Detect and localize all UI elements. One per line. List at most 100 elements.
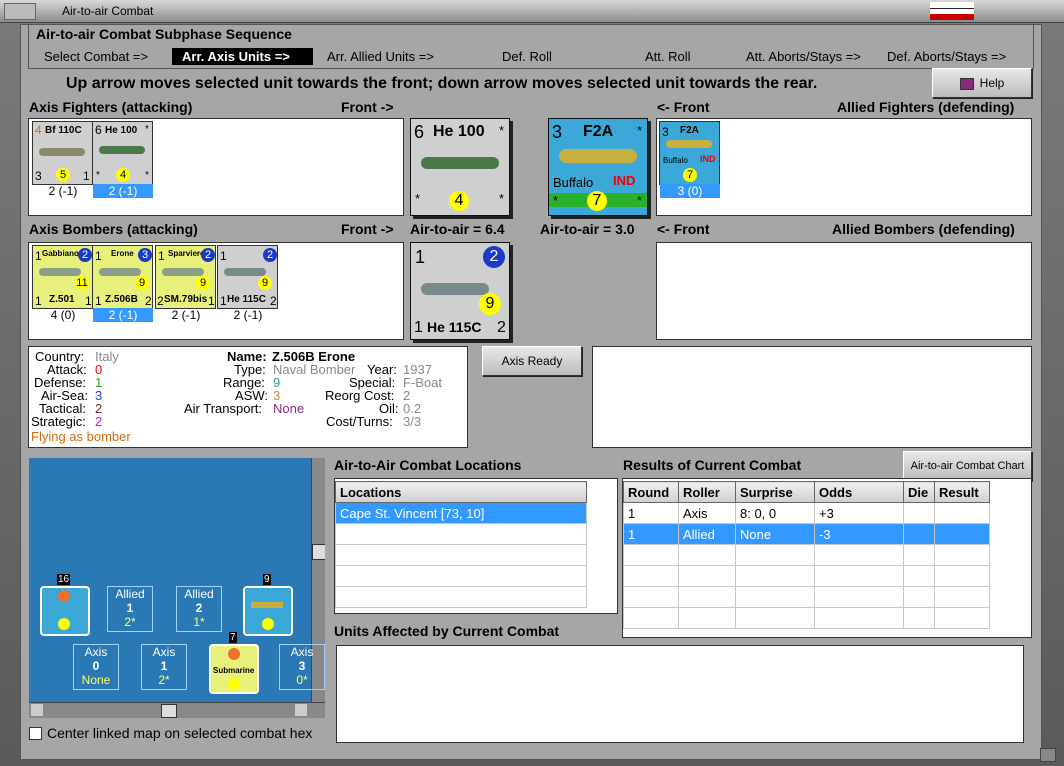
counter-bottom-left: *	[96, 170, 100, 181]
hex-value: 0*	[296, 673, 308, 687]
location-row[interactable]	[335, 565, 587, 587]
results-header-roller: Roller	[678, 481, 736, 503]
counter-bottom-right: 2	[497, 319, 506, 336]
axis-bombers-label: Axis Bombers (attacking)	[29, 221, 198, 237]
counter-caption: 3 (0)	[660, 184, 720, 198]
axis-fighter-counter[interactable]: 4 Bf 110C 3 5 1 2 (-1)	[32, 121, 93, 198]
counter-bottom-right: *	[145, 170, 149, 181]
phase-att-roll: Att. Roll	[645, 49, 691, 64]
results-cell: -3	[814, 523, 904, 545]
axis-lead-fighter-counter[interactable]: 6 He 100 * * 4 *	[410, 118, 510, 216]
counter-top-left: 1	[35, 249, 42, 263]
map-hscroll-left[interactable]	[31, 704, 43, 716]
hex-side: Axis	[290, 645, 314, 659]
map-vscroll-thumb[interactable]	[312, 544, 325, 560]
axis-fighters-panel[interactable]: 4 Bf 110C 3 5 1 2 (-1) 6 He 100 * * 4 * …	[28, 118, 404, 216]
locations-title: Air-to-Air Combat Locations	[334, 457, 522, 473]
window-titlebar[interactable]: Air-to-air Combat	[0, 0, 1064, 23]
counter-name: F2A	[583, 123, 614, 140]
submarine-stack[interactable]: Submarine	[209, 644, 259, 694]
window-menu-icon[interactable]	[4, 3, 36, 20]
info-airt-key: Air Transport:	[184, 401, 263, 416]
axis-hex-1[interactable]: Axis 1 2*	[141, 644, 187, 690]
results-header-surprise: Surprise	[735, 481, 815, 503]
counter-top-left: 6	[95, 123, 102, 137]
axis-hex-0[interactable]: Axis 0 None	[73, 644, 119, 690]
hex-value: 1*	[193, 615, 205, 629]
stack-badge-icon	[58, 590, 70, 602]
affected-units-panel[interactable]	[336, 645, 1024, 743]
counter-value: 4	[449, 191, 469, 211]
allied-fighter-stack[interactable]	[243, 586, 293, 636]
counter-name: F2A	[680, 125, 699, 136]
axis-bomber-counter[interactable]: 1 Sparviero 2 9 2 SM.79bis 1 2 (-1)	[155, 245, 216, 322]
location-row[interactable]: Cape St. Vincent [73, 10]	[335, 502, 587, 524]
counter-value: 11	[75, 276, 89, 290]
results-row[interactable]: 1 Axis 8: 0, 0 +3	[623, 502, 990, 524]
results-row[interactable]: 1 Allied None -3	[623, 523, 990, 545]
allied-fighters-panel[interactable]: 3 F2A Buffalo IND 7 3 (0)	[656, 118, 1032, 216]
map-hscroll-right[interactable]	[295, 704, 307, 716]
axis-bomber-counter[interactable]: 1 2 9 1 He 115C 2 2 (-1)	[217, 245, 278, 322]
counter-top-left: 1	[158, 249, 165, 263]
axis-hex-3[interactable]: Axis 3 0*	[279, 644, 325, 690]
axis-ready-button[interactable]: Axis Ready	[482, 346, 582, 376]
axis-fighter-counter[interactable]: 6 He 100 * * 4 * 2 (-1)	[92, 121, 153, 198]
counter-value: 9	[479, 293, 501, 315]
location-cell	[335, 523, 587, 545]
resize-grip-icon[interactable]	[1040, 748, 1056, 762]
axis-bombers-panel[interactable]: 1 Gabbiano 2 11 1 Z.501 1 4 (0) 1 Erone …	[28, 242, 404, 340]
results-title: Results of Current Combat	[623, 457, 802, 473]
hex-value: 2*	[124, 615, 136, 629]
phase-def-aborts: Def. Aborts/Stays =>	[887, 49, 1007, 64]
hex-count: 2	[195, 601, 203, 615]
allied-hex-1[interactable]: Allied 1 2*	[107, 586, 153, 632]
allied-hex-2[interactable]: Allied 2 1*	[176, 586, 222, 632]
hex-map[interactable]: 16 Allied 1 2* Allied 2 1* 9 Axis 0 None…	[29, 458, 325, 718]
counter-top-right: *	[637, 123, 643, 138]
help-book-icon	[959, 77, 974, 90]
counter-bottom-left: 1	[220, 294, 227, 308]
map-hscroll-thumb[interactable]	[161, 704, 177, 718]
location-cell: Cape St. Vincent [73, 10]	[335, 502, 587, 524]
front-left-label-1: <- Front	[657, 99, 710, 115]
counter-code: Z.501	[49, 294, 75, 305]
counter-top-left: 4	[35, 123, 42, 137]
plane-icon	[99, 268, 141, 276]
allied-fighter-counter[interactable]: 3 F2A Buffalo IND 7 3 (0)	[659, 121, 720, 198]
stack-count-9: 9	[263, 574, 271, 585]
counter-code: He 115C	[227, 294, 266, 305]
counter-name: He 100	[433, 123, 485, 140]
axis-lead-bomber-counter[interactable]: 1 2 9 1 He 115C 2	[410, 242, 510, 340]
center-map-checkbox[interactable]	[29, 727, 42, 740]
results-row[interactable]	[623, 544, 990, 566]
combat-chart-button[interactable]: Air-to-air Combat Chart	[903, 451, 1032, 481]
axis-bomber-counter[interactable]: 1 Erone 3 9 1 Z.506B 2 2 (-1)	[92, 245, 153, 322]
counter-bottom-right: 2	[270, 294, 277, 308]
stack-plane-icon	[251, 602, 283, 608]
counter-top-left: 3	[662, 125, 669, 139]
allied-lead-fighter-counter[interactable]: 3 F2A * Buffalo IND * 7 *	[548, 118, 648, 216]
location-row[interactable]	[335, 523, 587, 545]
counter-caption: 2 (-1)	[233, 308, 263, 322]
instruction-text: Up arrow moves selected unit towards the…	[66, 75, 818, 92]
counter-name: Erone	[111, 249, 134, 258]
results-row[interactable]	[623, 565, 990, 587]
results-cell: +3	[814, 502, 904, 524]
locations-list[interactable]: Locations Cape St. Vincent [73, 10]	[335, 481, 587, 608]
results-row[interactable]	[623, 607, 990, 629]
location-row[interactable]	[335, 544, 587, 566]
counter-top-right: 2	[263, 248, 277, 262]
hex-value: None	[81, 673, 111, 687]
plane-icon	[666, 140, 712, 148]
axis-bomber-counter[interactable]: 1 Gabbiano 2 11 1 Z.501 1 4 (0)	[32, 245, 93, 322]
hex-count: 3	[298, 659, 306, 673]
location-row[interactable]	[335, 586, 587, 608]
location-cell	[335, 544, 587, 566]
allied-bombers-panel[interactable]	[656, 242, 1032, 340]
results-row[interactable]	[623, 586, 990, 608]
info-cost-key: Cost/Turns:	[326, 414, 393, 429]
results-grid[interactable]: Round Roller Surprise Odds Die Result 1 …	[623, 481, 990, 629]
axis-naval-stack[interactable]	[40, 586, 90, 636]
help-button[interactable]: Help	[932, 68, 1032, 98]
